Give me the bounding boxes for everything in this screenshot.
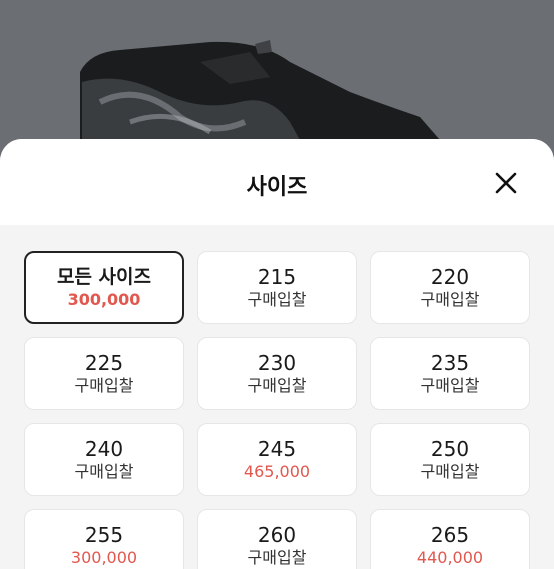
size-label: 250 [430, 436, 470, 461]
size-option-220[interactable]: 220 구매입찰 [370, 251, 530, 324]
size-option-245[interactable]: 245 465,000 [197, 423, 357, 496]
size-label: 225 [84, 350, 124, 375]
size-label: 255 [84, 522, 124, 547]
size-bid-label: 구매입찰 [420, 289, 480, 309]
size-option-230[interactable]: 230 구매입찰 [197, 337, 357, 410]
size-option-235[interactable]: 235 구매입찰 [370, 337, 530, 410]
size-price: 300,000 [70, 547, 138, 567]
size-label: 260 [257, 522, 297, 547]
size-price: 300,000 [67, 289, 141, 309]
size-selection-sheet: 사이즈 모든 사이즈 300,000 215 구매입찰 220 구매입찰 225 구매입찰 23… [0, 139, 554, 569]
size-bid-label: 구매입찰 [420, 461, 480, 481]
size-option-260[interactable]: 260 구매입찰 [197, 509, 357, 569]
size-price: 465,000 [243, 461, 311, 481]
size-option-240[interactable]: 240 구매입찰 [24, 423, 184, 496]
size-label: 240 [84, 436, 124, 461]
size-option-250[interactable]: 250 구매입찰 [370, 423, 530, 496]
size-option-215[interactable]: 215 구매입찰 [197, 251, 357, 324]
size-bid-label: 구매입찰 [74, 375, 134, 395]
size-option-all[interactable]: 모든 사이즈 300,000 [24, 251, 184, 324]
size-label: 모든 사이즈 [56, 265, 151, 288]
size-label: 230 [257, 350, 297, 375]
sheet-title: 사이즈 [246, 175, 308, 200]
size-option-255[interactable]: 255 300,000 [24, 509, 184, 569]
size-bid-label: 구매입찰 [247, 547, 307, 567]
close-icon [495, 172, 517, 194]
close-button[interactable] [490, 167, 522, 199]
size-bid-label: 구매입찰 [247, 375, 307, 395]
size-bid-label: 구매입찰 [420, 375, 480, 395]
sheet-header: 사이즈 [0, 139, 554, 225]
size-grid: 모든 사이즈 300,000 215 구매입찰 220 구매입찰 225 구매입찰 230 구매입… [24, 251, 530, 569]
size-label: 235 [430, 350, 470, 375]
size-label: 245 [257, 436, 297, 461]
size-label: 220 [430, 264, 470, 289]
size-option-265[interactable]: 265 440,000 [370, 509, 530, 569]
size-bid-label: 구매입찰 [247, 289, 307, 309]
size-label: 215 [257, 264, 297, 289]
size-label: 265 [430, 522, 470, 547]
size-option-225[interactable]: 225 구매입찰 [24, 337, 184, 410]
size-price: 440,000 [416, 547, 484, 567]
size-bid-label: 구매입찰 [74, 461, 134, 481]
